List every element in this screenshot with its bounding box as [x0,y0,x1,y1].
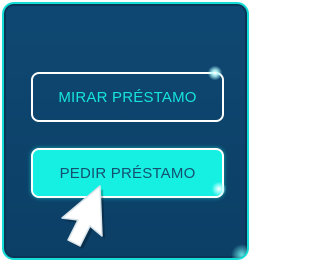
sparkle-highlight [212,182,226,196]
view-loan-button[interactable]: MIRAR PRÉSTAMO [31,72,224,122]
corner-glow [231,244,247,258]
mouse-pointer-icon [61,185,105,249]
loan-menu-panel: MIRAR PRÉSTAMO PEDIR PRÉSTAMO [2,2,249,260]
sparkle-highlight [208,66,222,80]
